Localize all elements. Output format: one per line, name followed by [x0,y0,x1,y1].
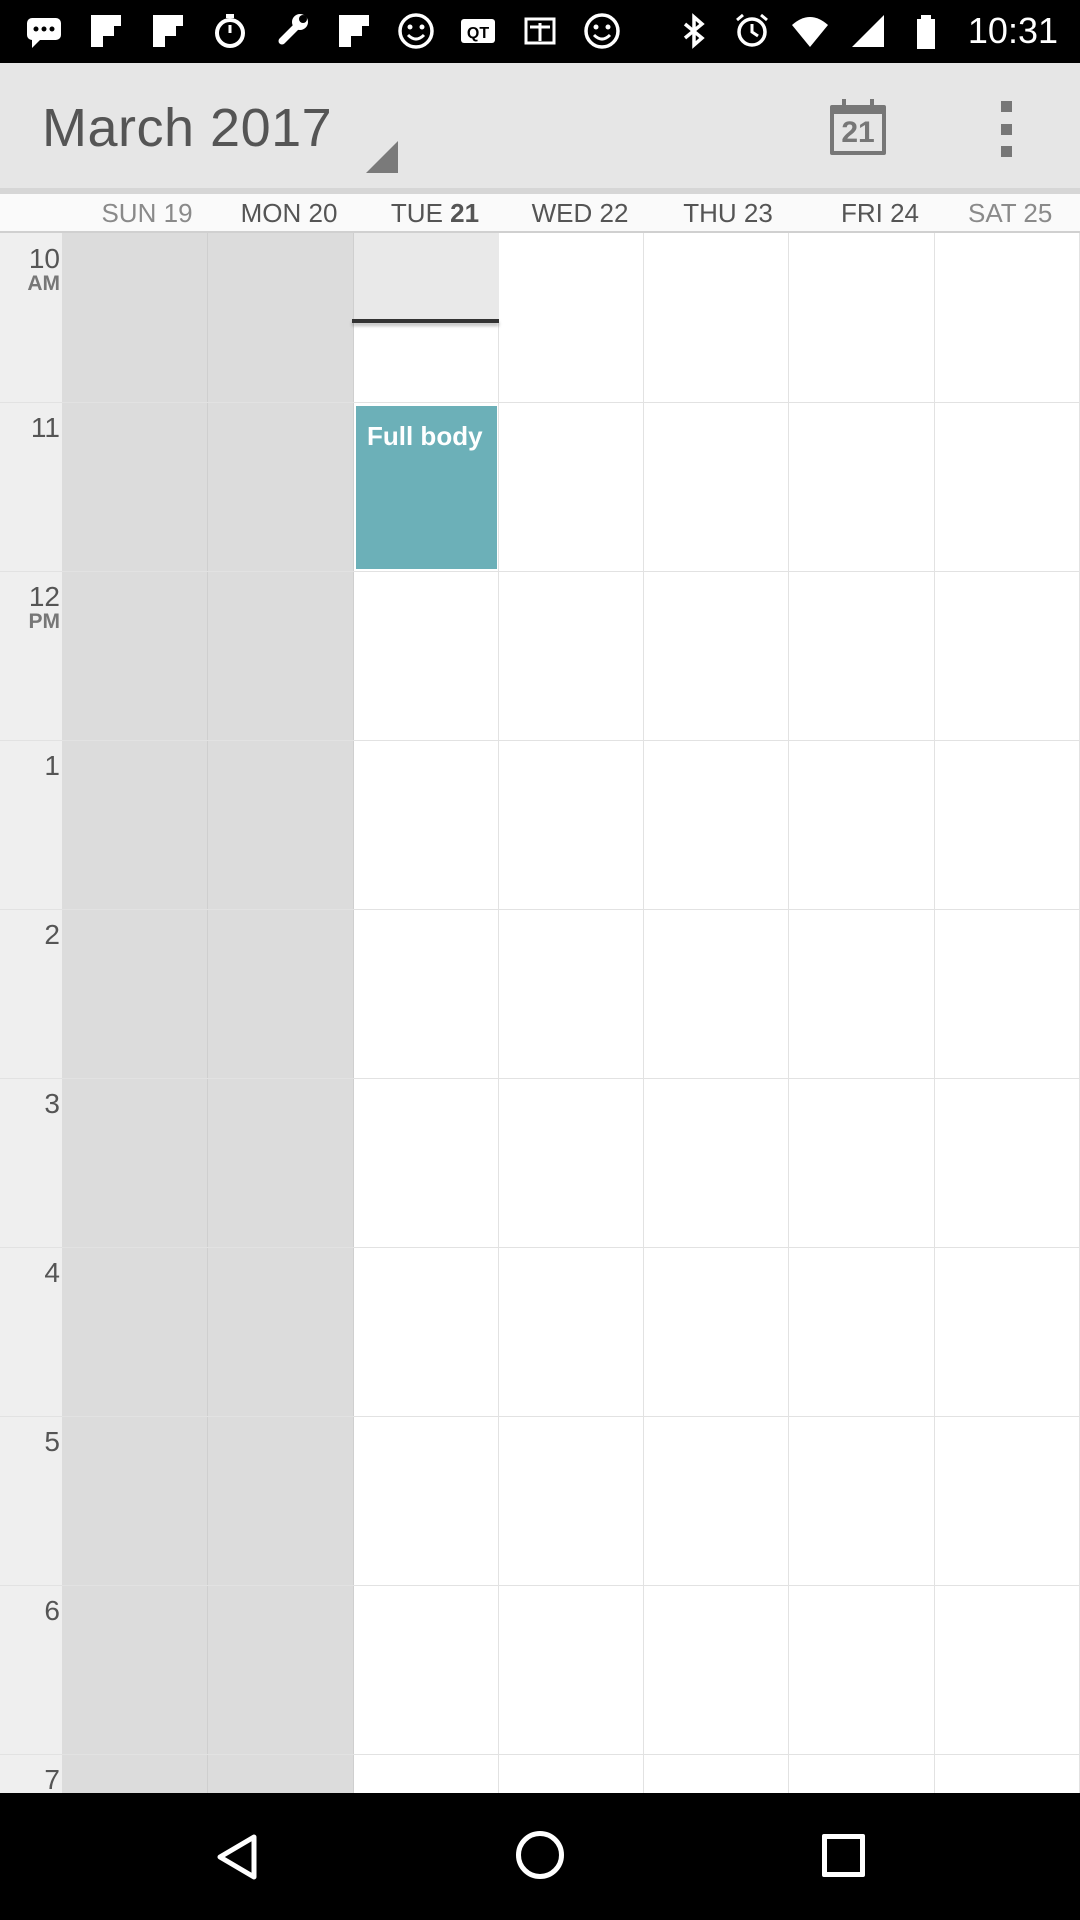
stopwatch-icon [208,9,252,53]
chat-bubble-icon [22,9,66,53]
day-header: SUN 19 MON 20 TUE 21 WED 22 THU 23 FRI 2… [0,188,1080,233]
day-column-mon[interactable] [208,233,354,1793]
dropdown-triangle-icon[interactable] [366,141,398,173]
alarm-icon [730,9,774,53]
flipboard-icon [84,9,128,53]
notification-icons: QT [22,8,624,54]
battery-icon [904,9,948,53]
hour-divider [0,909,1080,910]
clock-time: 10:31 [967,10,1058,51]
event-title: Full body [367,421,483,451]
day-header-sat[interactable]: SAT 25 [968,198,1080,232]
day-header-tue[interactable]: TUE 21 [380,198,490,232]
back-icon[interactable] [214,1833,262,1881]
wrench-icon [270,9,314,53]
smiley-icon [580,9,624,53]
hour-divider [0,571,1080,572]
day-column-wed[interactable] [499,233,644,1793]
hour-label: 7 [44,1764,60,1794]
hour-label: 1 [44,750,60,781]
hour-divider [0,402,1080,403]
hour-divider [0,1754,1080,1755]
month-title[interactable]: March 2017 [42,97,332,159]
recents-icon[interactable] [822,1834,865,1877]
hour-label: 10 AM [27,243,60,295]
app-bar: March 2017 21 [0,63,1080,188]
day-header-fri[interactable]: FRI 24 [830,198,930,232]
today-number: 21 [841,116,875,149]
more-vert-icon[interactable] [988,101,1024,157]
smiley-icon [394,9,438,53]
hour-label: 12 PM [28,581,61,633]
status-bar: QT 10:31 [0,0,1080,63]
day-header-thu[interactable]: THU 23 [672,198,784,232]
hour-divider [0,1416,1080,1417]
day-header-mon[interactable]: MON 20 [226,198,352,232]
hour-divider [0,740,1080,741]
navigation-bar [0,1793,1080,1920]
taobao-icon [518,9,562,53]
wifi-icon [788,9,832,53]
day-column-sat[interactable] [935,233,1080,1793]
qt-icon: QT [456,9,500,53]
day-header-wed[interactable]: WED 22 [518,198,642,232]
week-grid[interactable]: 10 AM 11 12 PM 1 2 3 4 5 6 7 Full body [0,233,1080,1793]
system-icons: 10:31 [672,8,1058,54]
flipboard-icon [146,9,190,53]
event-full-body[interactable]: Full body [356,406,497,569]
hour-label: 6 [44,1595,60,1626]
hour-label: 5 [44,1426,60,1457]
day-column-fri[interactable] [789,233,935,1793]
hour-label: 3 [44,1088,60,1119]
day-column-thu[interactable] [644,233,789,1793]
hour-divider [0,1078,1080,1079]
hour-divider [0,1247,1080,1248]
hour-divider [0,1585,1080,1586]
hour-label: 2 [44,919,60,950]
hour-label: 4 [44,1257,60,1288]
day-column-sun[interactable] [63,233,208,1793]
home-icon[interactable] [516,1831,564,1879]
time-column [0,233,63,1793]
calendar-today-icon[interactable]: 21 [830,99,886,155]
elapsed-time-shade [354,233,499,321]
flipboard-icon [332,9,376,53]
bluetooth-icon [672,9,716,53]
day-header-sun[interactable]: SUN 19 [92,198,202,232]
signal-icon [846,9,890,53]
current-time-indicator [352,319,499,323]
hour-label: 11 [30,412,60,443]
svg-text:QT: QT [467,25,489,42]
